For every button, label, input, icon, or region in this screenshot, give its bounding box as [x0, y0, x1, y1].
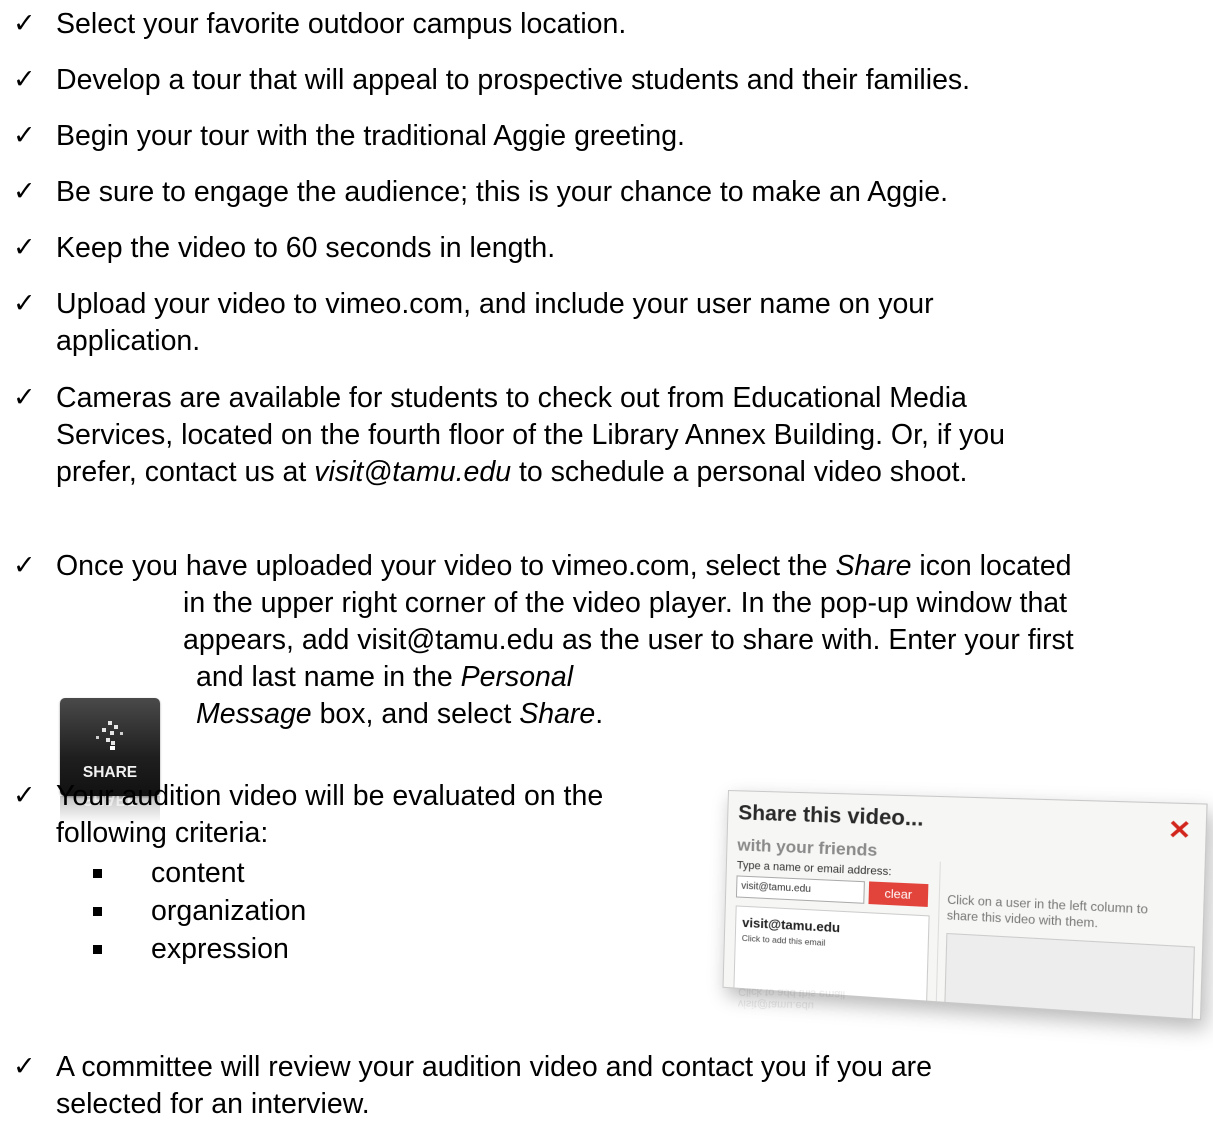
emphasis: Share	[835, 550, 912, 582]
popup-reflection: visit@tamu.edu Click to add this email	[738, 987, 929, 1014]
text-fragment: prefer, contact us at	[56, 456, 315, 488]
criteria-item: content	[151, 857, 245, 889]
bullet-icon	[93, 945, 102, 954]
result-user: visit@tamu.edu	[742, 914, 841, 936]
share-popup: Share this video... ✕ with your friends …	[722, 790, 1208, 1021]
text-fragment: box, and select	[311, 698, 520, 730]
popup-subtitle: with your friends	[737, 835, 878, 861]
item-text: Develop a tour that will appeal to prosp…	[56, 64, 971, 96]
share-dots-icon	[96, 721, 123, 750]
item-text: Select your favorite outdoor campus loca…	[56, 8, 627, 40]
result-hint: Click to add this email	[741, 932, 826, 948]
emphasis: Personal	[460, 661, 574, 693]
check-icon: ✓	[13, 120, 36, 151]
share-popup-screenshot: Share this video... ✕ with your friends …	[702, 778, 1208, 1021]
item-text-line: application.	[56, 325, 201, 357]
item-text-line: Upload your video to vimeo.com, and incl…	[56, 288, 934, 320]
text-fragment: Once you have uploaded your video to vim…	[56, 550, 836, 582]
close-icon: ✕	[1167, 815, 1192, 846]
column-divider	[935, 861, 941, 1008]
check-icon: ✓	[13, 780, 36, 811]
check-icon: ✓	[13, 382, 36, 413]
item-text-line: and last name in the Personal	[196, 659, 573, 696]
check-icon: ✓	[13, 1051, 36, 1082]
criteria-item: expression	[151, 933, 289, 965]
check-icon: ✓	[13, 176, 36, 207]
bullet-icon	[93, 907, 102, 916]
item-text: Begin your tour with the traditional Agg…	[56, 120, 685, 152]
shared-users-box	[944, 932, 1196, 1021]
popup-title: Share this video...	[737, 801, 924, 831]
check-icon: ✓	[13, 288, 36, 319]
check-icon: ✓	[13, 64, 36, 95]
text-fragment: .	[595, 698, 604, 730]
emphasis: Message	[196, 698, 312, 730]
check-icon: ✓	[13, 8, 36, 39]
item-text: Be sure to engage the audience; this is …	[56, 176, 949, 208]
item-text-line: Cameras are available for students to ch…	[56, 382, 967, 414]
emphasis: Share	[519, 698, 596, 730]
item-text-line: A committee will review your audition vi…	[56, 1051, 933, 1083]
item-text-line: selected for an interview.	[56, 1088, 370, 1120]
item-text-line: appears, add visit@tamu.edu as the user …	[183, 624, 1074, 656]
clear-button: clear	[868, 881, 929, 907]
text-fragment: and last name in the	[196, 661, 461, 693]
help-text: Click on a user in the left column to sh…	[946, 894, 1149, 931]
email-link[interactable]: visit@tamu.edu	[314, 456, 511, 488]
item-text-line: in the upper right corner of the video p…	[183, 587, 1068, 619]
text-fragment: icon located	[911, 550, 1072, 582]
check-icon: ✓	[13, 232, 36, 263]
item-text-line: Message box, and select Share.	[196, 696, 603, 733]
item-text-line: Services, located on the fourth floor of…	[56, 419, 1005, 451]
item-text-line: Once you have uploaded your video to vim…	[56, 548, 1072, 585]
item-text-line: Your audition video will be evaluated on…	[56, 780, 604, 812]
bullet-icon	[93, 869, 102, 878]
item-text: Keep the video to 60 seconds in length.	[56, 232, 556, 264]
item-text-line: following criteria:	[56, 817, 269, 849]
text-fragment: to schedule a personal video shoot.	[511, 456, 968, 488]
email-input: visit@tamu.edu	[735, 875, 865, 904]
input-label: Type a name or email address:	[736, 859, 892, 879]
criteria-item: organization	[151, 895, 307, 927]
item-text-line: prefer, contact us at visit@tamu.edu to …	[56, 454, 967, 491]
check-icon: ✓	[13, 550, 36, 581]
